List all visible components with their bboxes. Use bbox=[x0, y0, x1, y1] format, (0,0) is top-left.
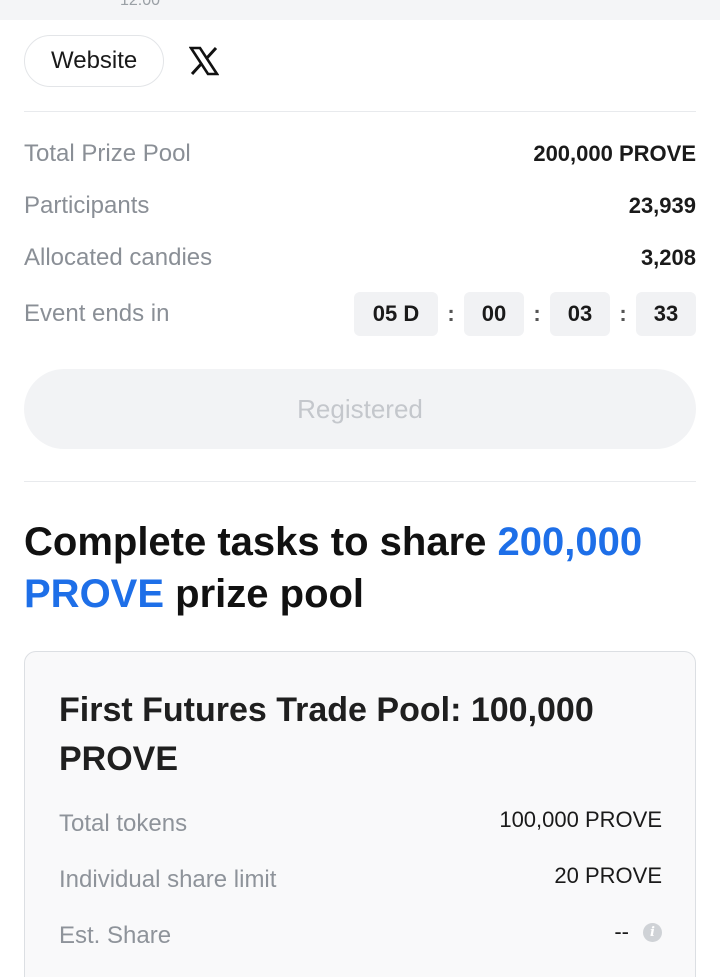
pool-title: First Futures Trade Pool: 100,000 PROVE bbox=[59, 691, 594, 778]
top-strip: 12:00 bbox=[0, 0, 720, 20]
pool-row-label: Total tokens bbox=[59, 810, 188, 837]
headline-accent-amount: 200,000 bbox=[497, 520, 643, 564]
pool-row-est-share: Est. Share -- i bbox=[59, 919, 662, 952]
countdown-separator: : bbox=[447, 301, 455, 326]
pool-row-label: Est. Share bbox=[59, 922, 172, 949]
countdown-minutes: 03 bbox=[550, 292, 610, 336]
stat-label: Event ends in bbox=[24, 300, 170, 327]
countdown-hours: 00 bbox=[464, 292, 524, 336]
countdown-separator: : bbox=[619, 301, 627, 326]
pool-row-value: 100,000 PROVE bbox=[499, 807, 662, 832]
pool-card: First Futures Trade Pool: 100,000 PROVE … bbox=[24, 651, 696, 977]
pool-row-label: Individual share limit bbox=[59, 866, 277, 893]
pool-row-value: -- i bbox=[614, 919, 662, 945]
top-partial-text: 12:00 bbox=[120, 0, 161, 9]
pool-row-share-limit: Individual share limit 20 PROVE bbox=[59, 863, 662, 896]
stat-label: Participants bbox=[24, 192, 150, 219]
stat-value: 23,939 bbox=[628, 193, 696, 218]
countdown-timer: 05 D : 00 : 03 : 33 bbox=[354, 292, 696, 336]
pool-row-total-tokens: Total tokens 100,000 PROVE bbox=[59, 807, 662, 840]
headline-suffix: prize pool bbox=[164, 572, 365, 616]
headline-prefix: Complete tasks to share bbox=[24, 520, 498, 564]
countdown-separator: : bbox=[533, 301, 541, 326]
stat-value: 3,208 bbox=[640, 245, 696, 270]
stat-event-ends: Event ends in 05 D : 00 : 03 : 33 bbox=[24, 292, 696, 336]
stat-value: 200,000 PROVE bbox=[533, 141, 696, 166]
website-button[interactable]: Website bbox=[24, 35, 165, 87]
section-headline: Complete tasks to share 200,000 PROVE pri… bbox=[24, 516, 704, 620]
info-icon[interactable]: i bbox=[643, 922, 662, 942]
stat-label: Allocated candies bbox=[24, 244, 213, 271]
stat-total-prize-pool: Total Prize Pool 200,000 PROVE bbox=[24, 136, 696, 172]
pool-row-value: 20 PROVE bbox=[554, 863, 662, 888]
headline-accent-token: PROVE bbox=[24, 572, 165, 616]
stat-participants: Participants 23,939 bbox=[24, 188, 696, 224]
countdown-days: 05 D bbox=[354, 292, 438, 336]
links-row: Website bbox=[24, 35, 220, 87]
divider bbox=[24, 481, 696, 482]
registered-button[interactable]: Registered bbox=[24, 369, 696, 449]
stat-allocated-candies: Allocated candies 3,208 bbox=[24, 240, 696, 276]
countdown-seconds: 33 bbox=[636, 292, 696, 336]
x-logo-icon[interactable] bbox=[188, 45, 220, 77]
divider bbox=[24, 111, 696, 112]
stat-label: Total Prize Pool bbox=[24, 140, 191, 167]
est-share-value: -- bbox=[614, 919, 629, 944]
